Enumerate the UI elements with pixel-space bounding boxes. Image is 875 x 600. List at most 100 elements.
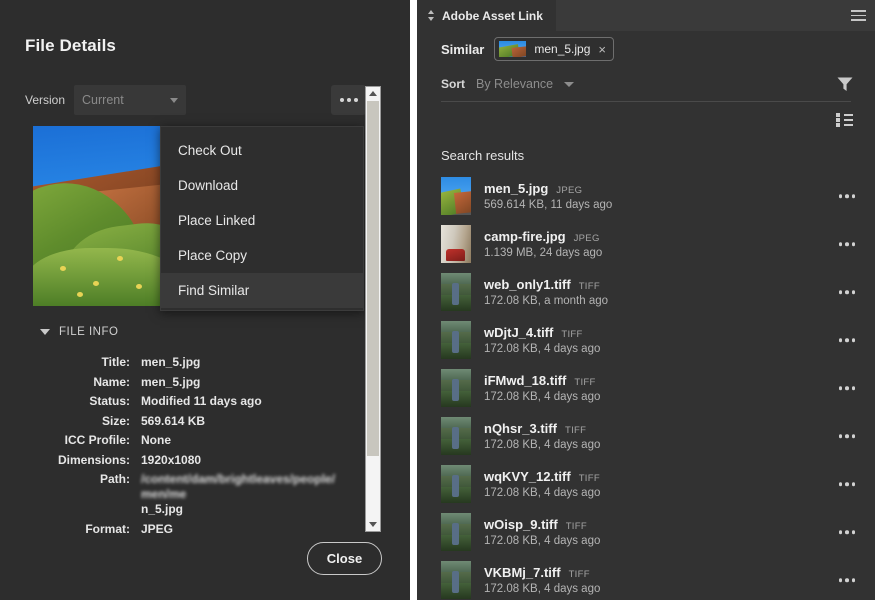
list-item[interactable]: VKBMj_7.tiff TIFF 172.08 KB, 4 days ago (417, 556, 875, 600)
chevron-down-icon (40, 329, 50, 335)
dot-icon (838, 242, 842, 246)
similar-label: Similar (441, 41, 485, 57)
search-results-heading: Search results (441, 148, 525, 163)
dot-icon (838, 338, 842, 342)
result-more-options-button[interactable] (838, 290, 855, 294)
file-info-section-header[interactable]: FILE INFO (40, 326, 118, 338)
dot-icon (838, 386, 842, 390)
list-item[interactable]: web_only1.tiff TIFF 172.08 KB, a month a… (417, 268, 875, 316)
result-more-options-button[interactable] (838, 338, 855, 342)
table-row-path: Path: /content/dam/brightleaves/people/m… (40, 472, 340, 517)
more-options-button[interactable] (331, 85, 366, 115)
result-subtitle: 1.139 MB, 24 days ago (484, 247, 603, 259)
preview-flower (76, 291, 83, 297)
left-panel-scrollbar[interactable] (365, 86, 381, 532)
scroll-down-arrow-icon[interactable] (369, 522, 377, 527)
chip-label: men_5.jpg (534, 42, 591, 56)
scrollbar-thumb[interactable] (367, 101, 379, 456)
panel-menu-icon[interactable] (851, 10, 866, 21)
list-item[interactable]: nQhsr_3.tiff TIFF 172.08 KB, 4 days ago (417, 412, 875, 460)
version-dropdown[interactable]: Current (74, 85, 187, 115)
chevron-down-icon[interactable] (564, 81, 575, 87)
list-item[interactable]: wqKVY_12.tiff TIFF 172.08 KB, 4 days ago (417, 460, 875, 508)
result-meta: web_only1.tiff TIFF 172.08 KB, a month a… (484, 277, 861, 307)
thumb-subject (452, 570, 459, 593)
result-thumbnail (441, 561, 471, 599)
panel-tabbar: Adobe Asset Link (417, 0, 875, 31)
sort-dropdown-value[interactable]: By Relevance (476, 77, 553, 91)
close-button[interactable]: Close (307, 542, 382, 575)
thumb-subject (452, 330, 459, 353)
list-view-row (836, 118, 853, 122)
result-filetype: TIFF (561, 329, 583, 340)
file-info-table: Title: men_5.jpg Name: men_5.jpg Status:… (40, 355, 340, 541)
result-more-options-button[interactable] (838, 482, 855, 486)
chip-thumbnail (499, 41, 527, 57)
list-bullet (836, 123, 840, 127)
result-title-line: VKBMj_7.tiff TIFF (484, 565, 861, 580)
meta-key: Status: (89, 394, 130, 408)
list-view-icon[interactable] (836, 113, 853, 127)
result-more-options-button[interactable] (838, 386, 855, 390)
close-icon[interactable]: × (598, 43, 606, 56)
tab-adobe-asset-link[interactable]: Adobe Asset Link (417, 0, 556, 31)
list-item[interactable]: men_5.jpg JPEG 569.614 KB, 11 days ago (417, 172, 875, 220)
result-meta: wDjtJ_4.tiff TIFF 172.08 KB, 4 days ago (484, 325, 861, 355)
menu-item-check-out[interactable]: Check Out (161, 133, 363, 168)
list-line (844, 119, 853, 121)
drag-handle-icon (428, 10, 435, 21)
meta-value-path: /content/dam/brightleaves/people/men/me … (141, 472, 340, 517)
result-more-options-button[interactable] (838, 578, 855, 582)
result-title-line: wOisp_9.tiff TIFF (484, 517, 861, 532)
list-item[interactable]: camp-fire.jpg JPEG 1.139 MB, 24 days ago (417, 220, 875, 268)
result-more-options-button[interactable] (838, 530, 855, 534)
list-item[interactable]: iFMwd_18.tiff TIFF 172.08 KB, 4 days ago (417, 364, 875, 412)
menu-item-find-similar[interactable]: Find Similar (161, 273, 363, 308)
result-more-options-button[interactable] (838, 434, 855, 438)
menu-item-place-copy[interactable]: Place Copy (161, 238, 363, 273)
list-item[interactable]: wDjtJ_4.tiff TIFF 172.08 KB, 4 days ago (417, 316, 875, 364)
result-filename: wqKVY_12.tiff (484, 469, 571, 484)
filter-icon[interactable] (836, 75, 854, 93)
dot-icon (851, 290, 855, 294)
result-meta: men_5.jpg JPEG 569.614 KB, 11 days ago (484, 181, 861, 211)
result-meta: iFMwd_18.tiff TIFF 172.08 KB, 4 days ago (484, 373, 861, 403)
result-filename: men_5.jpg (484, 181, 549, 196)
dot-icon (845, 578, 849, 582)
list-item[interactable]: wOisp_9.tiff TIFF 172.08 KB, 4 days ago (417, 508, 875, 556)
dot-icon (353, 98, 358, 102)
list-view-row (836, 113, 853, 117)
result-subtitle: 172.08 KB, 4 days ago (484, 487, 601, 499)
result-title-line: wDjtJ_4.tiff TIFF (484, 325, 861, 340)
meta-key: Format: (85, 521, 130, 536)
similar-asset-chip[interactable]: men_5.jpg × (494, 37, 614, 61)
result-filetype: TIFF (568, 569, 590, 580)
panel-divider[interactable] (410, 0, 417, 600)
dot-icon (346, 98, 351, 102)
version-value: Current (82, 93, 124, 107)
result-more-options-button[interactable] (838, 242, 855, 246)
table-row: Dimensions: 1920x1080 (40, 453, 340, 468)
sort-label: Sort (441, 77, 465, 91)
result-title-line: men_5.jpg JPEG (484, 181, 861, 196)
menu-item-place-linked[interactable]: Place Linked (161, 203, 363, 238)
table-row: Title: men_5.jpg (40, 355, 340, 370)
result-thumbnail (441, 273, 471, 311)
meta-key: Path: (100, 472, 130, 486)
result-filename: VKBMj_7.tiff (484, 565, 561, 580)
dot-icon (851, 386, 855, 390)
preview-flower (92, 280, 99, 286)
result-title-line: web_only1.tiff TIFF (484, 277, 861, 292)
result-filename: camp-fire.jpg (484, 229, 566, 244)
menu-item-download[interactable]: Download (161, 168, 363, 203)
dot-icon (838, 530, 842, 534)
preview-grass-foreground (33, 248, 169, 306)
result-meta: wOisp_9.tiff TIFF 172.08 KB, 4 days ago (484, 517, 861, 547)
result-thumbnail (441, 465, 471, 503)
dot-icon (845, 434, 849, 438)
adobe-asset-link-panel: Adobe Asset Link Similar men_5.jpg × Sor… (417, 0, 875, 600)
scroll-up-arrow-icon[interactable] (369, 91, 377, 96)
meta-key: Title: (101, 355, 130, 369)
meta-value: None (141, 433, 171, 447)
result-more-options-button[interactable] (838, 194, 855, 198)
